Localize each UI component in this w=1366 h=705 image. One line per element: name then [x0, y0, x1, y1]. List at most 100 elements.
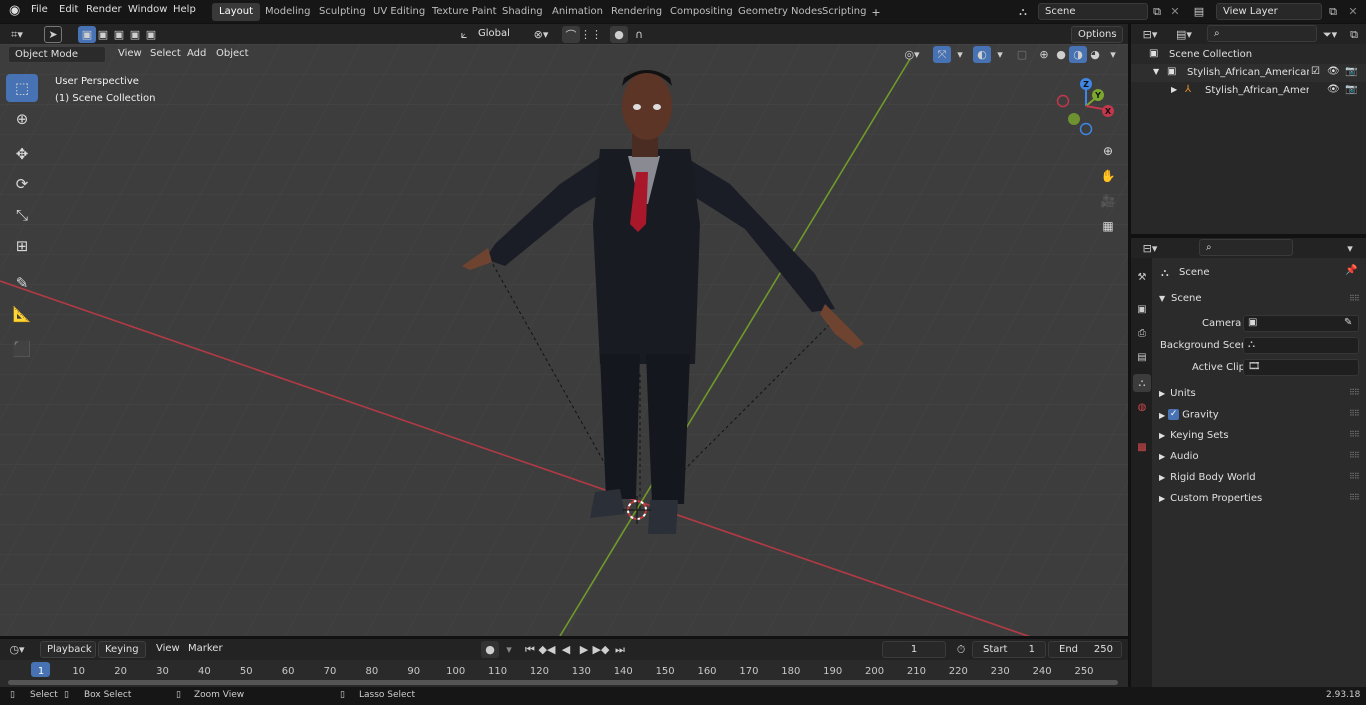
camera-view-icon[interactable]: 🎥	[1098, 191, 1118, 211]
keying-dropdown[interactable]: Keying	[98, 641, 146, 658]
rendered-shading-icon[interactable]: ◕	[1086, 46, 1104, 63]
gizmo-dropdown-icon[interactable]: ▾	[951, 46, 969, 63]
expand-arrow-icon[interactable]: ▼	[1153, 67, 1159, 76]
tab-texture-paint[interactable]: Texture Paint	[425, 3, 504, 21]
delete-scene-icon[interactable]: ✕	[1166, 3, 1184, 20]
options-dropdown[interactable]: Options	[1071, 26, 1123, 43]
move-tool-icon[interactable]: ✥	[6, 140, 38, 168]
custom-properties-panel[interactable]: ▶ Custom Properties	[1159, 493, 1262, 504]
drag-handle-icon[interactable]: ⠿⠿	[1349, 388, 1360, 397]
3d-viewport[interactable]: Z Y X User Perspective (1) Scene Collect…	[0, 44, 1128, 636]
output-tab-icon[interactable]: ⎙	[1133, 324, 1151, 342]
new-view-layer-icon[interactable]: ⧉	[1324, 3, 1342, 20]
gizmo-toggle-icon[interactable]: ⤧	[933, 46, 951, 63]
auto-keying-icon[interactable]: ●	[481, 641, 499, 658]
new-scene-icon[interactable]: ⧉	[1148, 3, 1166, 20]
menu-add[interactable]: Add	[181, 46, 212, 63]
gravity-checkbox[interactable]: ✓	[1168, 409, 1180, 420]
menu-edit[interactable]: Edit	[59, 4, 78, 15]
menu-view[interactable]: View	[112, 46, 148, 63]
scene-tab-icon[interactable]: ⛬	[1133, 374, 1151, 392]
jump-end-icon[interactable]: ⏭	[611, 641, 629, 658]
solid-shading-icon[interactable]: ●	[1052, 46, 1070, 63]
tab-sculpting[interactable]: Sculpting	[312, 3, 373, 21]
drag-handle-icon[interactable]: ⠿⠿	[1349, 294, 1360, 303]
outliner-search-input[interactable]: ⌕	[1207, 25, 1317, 42]
background-scene-field[interactable]: ⛬	[1243, 337, 1359, 354]
object-mode-dropdown[interactable]: Object Mode	[8, 46, 106, 63]
properties-options-icon[interactable]: ▾	[1341, 240, 1359, 257]
wireframe-shading-icon[interactable]: ⊕	[1035, 46, 1053, 63]
material-shading-icon[interactable]: ◑	[1069, 46, 1087, 63]
keying-sets-panel[interactable]: ▶ Keying Sets	[1159, 430, 1229, 441]
camera-render-icon[interactable]: 📷	[1345, 66, 1357, 77]
pan-hand-icon[interactable]: ✋	[1098, 166, 1118, 186]
current-frame-field[interactable]: 1	[882, 641, 946, 658]
eye-icon[interactable]: 👁	[1327, 84, 1340, 95]
view-layer-field[interactable]: View Layer	[1216, 3, 1322, 20]
tab-scripting[interactable]: Scripting	[815, 3, 873, 21]
gravity-panel[interactable]: ▶ ✓ Gravity	[1159, 409, 1219, 421]
view-layer-tab-icon[interactable]: ▤	[1133, 348, 1151, 366]
proportional-falloff-icon[interactable]: ∩	[630, 26, 648, 43]
delete-view-layer-icon[interactable]: ✕	[1344, 3, 1362, 20]
visibility-icon[interactable]: ◎▾	[903, 46, 921, 63]
pin-icon[interactable]: 📌	[1345, 265, 1357, 276]
timeline-view-menu[interactable]: View	[150, 641, 186, 658]
preview-range-icon[interactable]: ⏱	[952, 641, 970, 658]
drag-handle-icon[interactable]: ⠿⠿	[1349, 472, 1360, 481]
properties-search-input[interactable]: ⌕	[1199, 239, 1293, 256]
properties-editor-type-icon[interactable]: ⊟▾	[1141, 240, 1159, 257]
drag-handle-icon[interactable]: ⠿⠿	[1349, 493, 1360, 502]
jump-prev-keyframe-icon[interactable]: ◆◀	[538, 641, 556, 658]
end-frame-field[interactable]: End 250	[1048, 641, 1122, 658]
cursor-tool-icon[interactable]: ⊕	[6, 105, 38, 133]
start-frame-field[interactable]: Start 1	[972, 641, 1046, 658]
transform-orientation-dropdown[interactable]: Global	[472, 26, 522, 43]
tab-compositing[interactable]: Compositing	[663, 3, 740, 21]
jump-start-icon[interactable]: ⏮	[521, 641, 539, 658]
drag-handle-icon[interactable]: ⠿⠿	[1349, 430, 1360, 439]
shading-dropdown-icon[interactable]: ▾	[1104, 46, 1122, 63]
scene-selector-icon[interactable]: ⛬	[1014, 3, 1032, 20]
new-collection-icon[interactable]: ⧉	[1345, 26, 1363, 43]
snap-target-icon[interactable]: ⋮⋮	[580, 26, 602, 43]
pivot-point-icon[interactable]: ⊗▾	[532, 26, 550, 43]
texture-tab-icon[interactable]: ▩	[1133, 438, 1151, 456]
select-tool-icon[interactable]: ➤	[44, 26, 62, 43]
timeline-marker-menu[interactable]: Marker	[182, 641, 229, 658]
xray-icon[interactable]: ▢	[1013, 46, 1031, 63]
menu-window[interactable]: Window	[128, 4, 167, 15]
proportional-edit-icon[interactable]: ●	[610, 26, 628, 43]
menu-object[interactable]: Object	[210, 46, 255, 63]
audio-panel[interactable]: ▶ Audio	[1159, 451, 1199, 462]
outliner-row-scene-collection[interactable]: ▣ Scene Collection	[1131, 46, 1366, 64]
tab-uv-editing[interactable]: UV Editing	[366, 3, 432, 21]
tool-tab-icon[interactable]: ⚒	[1133, 268, 1151, 286]
render-tab-icon[interactable]: ▣	[1133, 300, 1151, 318]
select-box-tool-icon[interactable]: ⬚	[6, 74, 38, 102]
scale-tool-icon[interactable]: ⤡	[6, 201, 38, 229]
blender-logo-icon[interactable]: ◉	[9, 3, 20, 18]
tab-animation[interactable]: Animation	[545, 3, 610, 21]
panel-expand-icon[interactable]: ▼	[1159, 294, 1165, 303]
add-cube-tool-icon[interactable]: ⬛	[6, 335, 38, 363]
outliner-row-collection[interactable]: ▼ ▣ Stylish_African_American_Bus ☑ 👁 📷	[1131, 64, 1366, 82]
annotate-tool-icon[interactable]: ✎	[6, 269, 38, 297]
scene-panel-title[interactable]: Scene	[1171, 293, 1202, 304]
menu-render[interactable]: Render	[86, 4, 122, 15]
measure-tool-icon[interactable]: 📐	[6, 300, 38, 328]
playback-dropdown[interactable]: Playback	[40, 641, 96, 658]
expand-arrow-icon[interactable]: ▶	[1171, 85, 1177, 94]
outliner-row-armature[interactable]: ▶ ⅄ Stylish_African_Americar 👁 📷	[1131, 82, 1366, 100]
camera-render-icon[interactable]: 📷	[1345, 84, 1357, 95]
outliner-editor-type-icon[interactable]: ⊟▾	[1141, 26, 1159, 43]
snap-icon[interactable]: ⌒	[562, 26, 580, 43]
overlay-toggle-icon[interactable]: ◐	[973, 46, 991, 63]
display-mode-icon[interactable]: ▤▾	[1175, 26, 1193, 43]
zoom-icon[interactable]: ⊕	[1098, 141, 1118, 161]
tab-shading[interactable]: Shading	[495, 3, 550, 21]
drag-handle-icon[interactable]: ⠿⠿	[1349, 409, 1360, 418]
select-intersect-icon[interactable]: ▣	[142, 26, 160, 43]
rotate-tool-icon[interactable]: ⟳	[6, 170, 38, 198]
